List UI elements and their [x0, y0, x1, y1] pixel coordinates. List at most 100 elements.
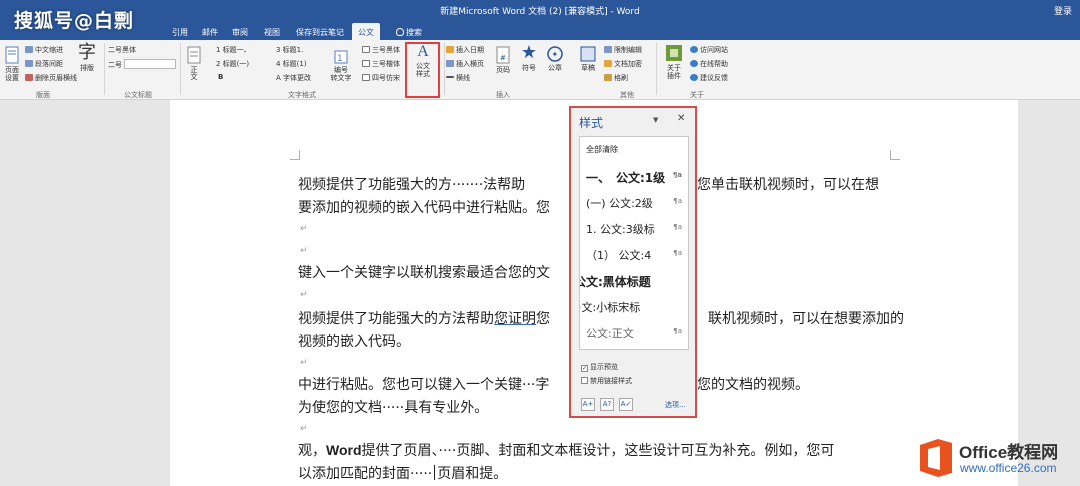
doc-line-7: 为使您的文档·····具有专业外。: [298, 400, 489, 416]
doc-line-8-word: Word: [326, 442, 362, 458]
pane-options-dropdown-icon[interactable]: ▼: [653, 116, 658, 124]
three-kai-button[interactable]: 三号楷体: [362, 59, 400, 69]
cn-indent-button[interactable]: 中文缩进: [25, 45, 63, 55]
three-bold-button[interactable]: 三号黑体: [362, 45, 400, 55]
paragraph-style-icon: ¶a: [671, 223, 682, 231]
spacing-label: 段落间距: [35, 60, 63, 68]
page-setup-button[interactable]: 页面 设置: [2, 46, 22, 82]
heading4-button[interactable]: 4 标题(1): [276, 59, 307, 69]
doc-line-9: 以添加匹配的封面····· 页眉和提。: [298, 463, 507, 483]
format-painter-button[interactable]: 格刷: [604, 73, 628, 83]
style-item-level3[interactable]: 1. 公文:3级标 ¶a: [586, 221, 682, 237]
calendar-icon: [446, 46, 454, 53]
bold-button[interactable]: B: [218, 73, 223, 81]
heading1-button[interactable]: 1 标题一、: [216, 45, 251, 55]
signin-link[interactable]: 登录: [1054, 4, 1072, 17]
online-help-button[interactable]: 在线帮助: [690, 59, 728, 69]
line-icon: [446, 76, 454, 78]
style-item-level1[interactable]: 一、 公文:1级 ¶a: [586, 169, 682, 186]
doc-small-icon: [362, 74, 370, 81]
margin-corner-mark: [890, 150, 900, 160]
restrict-edit-button[interactable]: 限制编辑: [604, 45, 642, 55]
about-plugin-button[interactable]: 关于 插件: [662, 44, 686, 80]
insert-date-button[interactable]: 插入日期: [446, 45, 484, 55]
insert-header-button[interactable]: 插入横页: [446, 59, 484, 69]
line-button[interactable]: 横线: [446, 73, 470, 83]
spacing-icon: [25, 60, 33, 67]
group-text-format-label: 文字格式: [288, 91, 316, 99]
manage-styles-icon[interactable]: A✓: [619, 398, 633, 411]
lock-icon: [604, 60, 612, 67]
show-preview-checkbox[interactable]: ✓ 显示预览: [581, 362, 618, 372]
delete-line-label: 删除页眉横线: [35, 74, 77, 82]
help-icon: [690, 60, 698, 67]
heading2-button[interactable]: 2 标题(一): [216, 59, 249, 69]
tab-search[interactable]: 搜索: [390, 23, 428, 40]
globe-icon: [690, 46, 698, 53]
heading3-button[interactable]: 3 标题1.: [276, 45, 303, 55]
style-item-level2[interactable]: (一) 公文:2级 ¶a: [586, 195, 682, 211]
insert-header-label: 插入横页: [456, 60, 484, 68]
style-inspector-icon[interactable]: A?: [600, 398, 614, 411]
delete-header-line-button[interactable]: 删除页眉横线: [25, 73, 77, 83]
group-divider: [180, 43, 181, 95]
seal-button[interactable]: ✦ 公章: [544, 46, 566, 72]
doc-line-6b: 您的文档的视频。: [697, 377, 809, 393]
disable-linked-checkbox[interactable]: 禁用链接样式: [581, 376, 632, 386]
doc-line-9-start: 以添加匹配的封面·····: [298, 466, 433, 482]
typeset-button[interactable]: 字 排版: [76, 44, 98, 73]
seal-label: 公章: [548, 64, 562, 72]
format-painter-label: 格刷: [614, 74, 628, 82]
tab-youdao-note[interactable]: 保存到云笔记: [290, 23, 350, 40]
doc-line-9-end: 页眉和提。: [437, 466, 508, 482]
close-icon[interactable]: ✕: [677, 113, 685, 124]
style-item-label: 1. 公文:3级标: [586, 223, 655, 236]
number-list-icon: 1: [334, 50, 348, 64]
tab-mailings[interactable]: 邮件: [196, 23, 224, 40]
style-item-body[interactable]: 公文:正文 ¶a: [586, 325, 682, 341]
tab-view[interactable]: 视图: [258, 23, 286, 40]
doc-lock-icon: [604, 46, 612, 53]
doc-line-5: 视频的嵌入代码。: [298, 334, 410, 350]
disable-linked-label: 禁用链接样式: [590, 377, 632, 385]
style-item-clear-all[interactable]: 全部清除: [586, 144, 682, 155]
zhengwen-button[interactable]: 正文: [184, 46, 204, 82]
page-setup-icon: [5, 46, 19, 64]
style-item-heiti-title[interactable]: 公文:黑体标题: [580, 273, 670, 290]
indent-icon: [25, 46, 33, 53]
logo-url: www.office26.com: [960, 461, 1057, 475]
style-list[interactable]: 全部清除 一、 公文:1级 ¶a (一) 公文:2级 ¶a 1. 公文:3级标 ¶a …: [579, 136, 689, 350]
four-fangsong-button[interactable]: 四号仿宋: [362, 73, 400, 83]
font-change-button[interactable]: A 字体更改: [276, 73, 311, 83]
tab-review[interactable]: 审阅: [226, 23, 254, 40]
symbol-button[interactable]: ★ 符号: [518, 44, 540, 73]
tab-gongwen[interactable]: 公文: [352, 23, 380, 40]
options-link[interactable]: 选项...: [665, 400, 686, 410]
doc-line-4a: 视频提供了功能强大的方法帮助您证明您: [298, 308, 550, 328]
font-name-label: 二号黑体: [108, 46, 136, 54]
style-item-xiaobiaosong[interactable]: ·文:小标宋标: [580, 299, 674, 315]
doc-line-4a-text: 视频提供了功能强大的方法帮助: [298, 311, 494, 327]
paragraph-style-icon: ¶a: [671, 197, 682, 205]
feedback-button[interactable]: 建议反馈: [690, 73, 728, 83]
draft-button[interactable]: 草稿: [577, 46, 599, 72]
doc-line-4b: 联机视频时，可以在想要添加的: [708, 311, 904, 327]
spacing-button[interactable]: 段落间距: [25, 59, 63, 69]
doc-encrypt-button[interactable]: 文档加密: [604, 59, 642, 69]
paragraph-style-icon: ¶a: [671, 327, 682, 335]
font-size-combo[interactable]: [124, 59, 176, 69]
paragraph-style-icon: ¶a: [671, 249, 682, 257]
about-plugin-label: 关于 插件: [667, 64, 681, 80]
office26-logo: Office教程网 www.office26.com: [914, 434, 1078, 484]
group-divider: [656, 43, 657, 95]
visit-site-label: 访问网站: [700, 46, 728, 54]
paragraph-mark: ↵: [300, 246, 308, 256]
style-item-level4[interactable]: （1） 公文:4 ¶a: [586, 247, 682, 263]
page-number-button[interactable]: # 页码: [492, 46, 514, 74]
number-to-text-button[interactable]: 1 编号 转文字: [328, 50, 354, 82]
new-style-icon[interactable]: A+: [581, 398, 595, 411]
font-size-label: 二号: [108, 61, 122, 69]
visit-site-button[interactable]: 访问网站: [690, 45, 728, 55]
style-item-label: 公文:正文: [586, 327, 634, 340]
tab-references[interactable]: 引用: [166, 23, 194, 40]
